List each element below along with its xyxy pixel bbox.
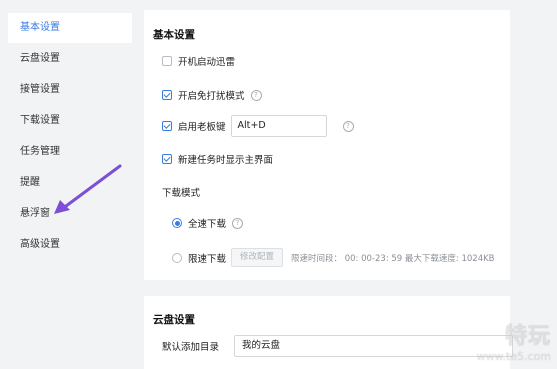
- bosskey-label: 启用老板键: [178, 122, 226, 133]
- dnd-row: 开启免打扰模式 ?: [162, 88, 262, 102]
- help-icon[interactable]: ?: [342, 120, 354, 132]
- default-dir-label: 默认添加目录: [162, 342, 220, 353]
- limited-radio[interactable]: [172, 252, 182, 263]
- bosskey-row: 启用老板键 Alt+D ?: [162, 115, 354, 137]
- cloud-settings-panel: 云盘设置 默认添加目录 我的云盘: [144, 296, 514, 369]
- sidebar-item-cloud[interactable]: 云盘设置: [8, 44, 132, 74]
- watermark: 特玩 www.te5.com: [476, 318, 551, 363]
- default-dir-select[interactable]: 我的云盘: [234, 335, 514, 357]
- sidebar-item-download[interactable]: 下载设置: [8, 106, 132, 136]
- show-main-checkbox[interactable]: [162, 154, 172, 164]
- watermark-logo: 特玩: [504, 324, 551, 349]
- modify-config-button[interactable]: 修改配置: [231, 248, 284, 267]
- autostart-checkbox[interactable]: [162, 56, 172, 66]
- show-main-label: 新建任务时显示主界面: [178, 155, 274, 166]
- bosskey-input[interactable]: Alt+D: [230, 115, 327, 137]
- basic-settings-title: 基本设置: [153, 29, 195, 41]
- limited-row: 限速下载 修改配置 限速时间段： 00: 00-23: 59 最大下载速度: 1…: [172, 248, 495, 267]
- watermark-url: www.te5.com: [476, 350, 551, 363]
- sidebar-item-takeover[interactable]: 接管设置: [8, 75, 132, 105]
- autostart-label: 开机启动迅雷: [178, 57, 236, 68]
- show-main-row: 新建任务时显示主界面: [162, 152, 273, 166]
- limit-info-text: 限速时间段： 00: 00-23: 59 最大下载速度: 1024KB: [291, 253, 495, 264]
- help-icon[interactable]: ?: [232, 217, 244, 229]
- autostart-row: 开机启动迅雷: [162, 54, 235, 68]
- help-icon[interactable]: ?: [250, 89, 262, 101]
- dnd-checkbox[interactable]: [162, 90, 172, 100]
- dnd-label: 开启免打扰模式: [178, 91, 245, 102]
- pointer-arrow-icon: [54, 164, 122, 214]
- limited-label: 限速下载: [188, 253, 227, 265]
- fullspeed-label: 全速下载: [188, 219, 227, 230]
- fullspeed-row: 全速下载 ?: [172, 216, 244, 230]
- fullspeed-radio[interactable]: [172, 218, 182, 228]
- default-dir-row: 默认添加目录 我的云盘: [162, 335, 514, 357]
- cloud-settings-title: 云盘设置: [153, 314, 195, 326]
- sidebar-item-basic[interactable]: 基本设置: [8, 13, 132, 43]
- bosskey-checkbox[interactable]: [162, 121, 172, 131]
- download-mode-label: 下载模式: [162, 188, 201, 199]
- sidebar-item-advanced[interactable]: 高级设置: [8, 230, 132, 260]
- basic-settings-panel: 基本设置 开机启动迅雷 开启免打扰模式 ? 启用老板键 Alt+D ? 新建任务…: [144, 10, 510, 280]
